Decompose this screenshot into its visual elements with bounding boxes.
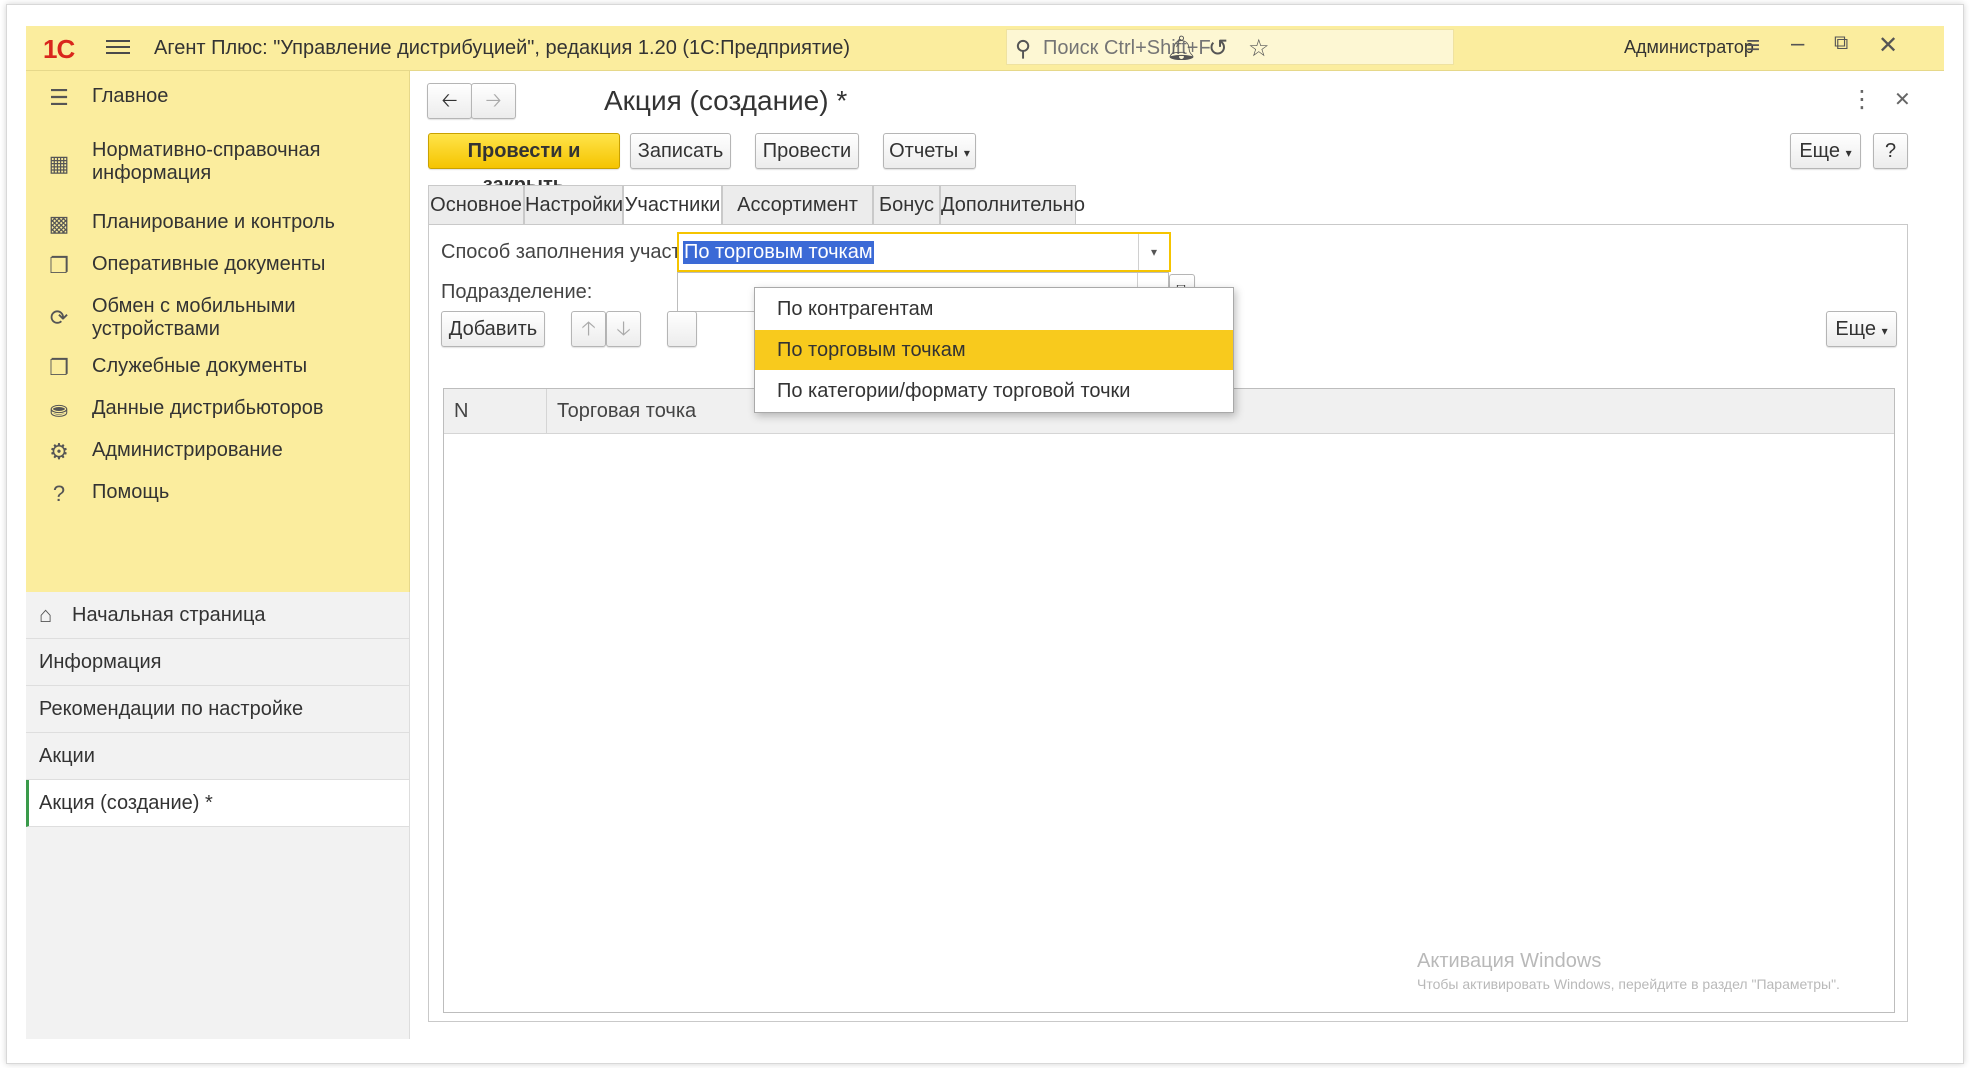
- page-title: Акция (создание) *: [604, 85, 848, 116]
- global-search[interactable]: ⚲: [1006, 29, 1454, 65]
- home-icon: ⌂: [39, 602, 53, 627]
- arrow-up-icon[interactable]: 🡡: [571, 311, 606, 347]
- search-icon: ⚲: [1015, 36, 1032, 61]
- more-button[interactable]: Еще ▾: [1790, 133, 1861, 169]
- documents-icon: ❐: [49, 253, 69, 278]
- chevron-down-icon: ▾: [963, 146, 970, 160]
- dropdown-option-outlets[interactable]: По торговым точкам: [755, 330, 1233, 370]
- tab-assortment[interactable]: Ассортимент (10): [722, 185, 873, 254]
- help-button[interactable]: ?: [1873, 133, 1908, 169]
- more-button-label: Еще: [1799, 140, 1841, 162]
- history-icon[interactable]: ↺: [1208, 34, 1228, 63]
- column-header-n[interactable]: N: [454, 400, 468, 423]
- app-title: Агент Плюс: "Управление дистрибуцией", р…: [154, 37, 851, 59]
- open-item-information[interactable]: Информация: [26, 639, 409, 686]
- arrow-down-icon[interactable]: 🡣: [606, 311, 641, 347]
- close-icon[interactable]: ✕: [1878, 31, 1898, 60]
- chevron-down-icon: ▾: [1845, 146, 1852, 160]
- reports-button-label: Отчеты: [889, 140, 959, 162]
- table-tool-button[interactable]: [667, 311, 697, 347]
- sections-panel: ☰ Главное ▦ Нормативно-справочная информ…: [26, 71, 410, 592]
- app-logo: 1С: [43, 34, 75, 64]
- tab-settings[interactable]: Настройки: [524, 185, 623, 225]
- sidebar-item-help[interactable]: ? Помощь: [26, 481, 409, 511]
- help-icon: ?: [52, 481, 66, 506]
- close-form-icon[interactable]: ✕: [1894, 87, 1911, 112]
- fill-method-dropdown: По контрагентам По торговым точкам По ка…: [754, 287, 1234, 413]
- reports-button[interactable]: Отчеты ▾: [883, 133, 976, 169]
- menu-list-icon: ☰: [49, 85, 69, 110]
- windows-activation-subtitle: Чтобы активировать Windows, перейдите в …: [1417, 976, 1840, 992]
- sidebar-item-operational-docs[interactable]: ❐ Оперативные документы: [26, 253, 409, 283]
- main-menu-icon[interactable]: [106, 36, 130, 60]
- add-button[interactable]: Добавить: [441, 311, 545, 347]
- search-input[interactable]: [1041, 34, 1445, 62]
- star-icon[interactable]: ☆: [1248, 34, 1270, 63]
- forward-button[interactable]: 🡢: [471, 83, 516, 119]
- sidebar-item-administration[interactable]: ⚙ Администрирование: [26, 439, 409, 469]
- distributor-icon: ⛂: [49, 397, 69, 422]
- sidebar-item-main[interactable]: ☰ Главное: [26, 85, 409, 115]
- back-button[interactable]: 🡠: [427, 83, 472, 119]
- settings-menu-icon[interactable]: ≡: [1746, 32, 1760, 60]
- post-and-close-button[interactable]: Провести и закрыть: [428, 133, 620, 196]
- fill-method-select[interactable]: По торговым точкам ▾: [677, 232, 1171, 272]
- chart-icon: ▩: [48, 211, 70, 236]
- open-item-recommendations[interactable]: Рекомендации по настройке: [26, 686, 409, 733]
- chevron-down-icon: ▾: [1881, 324, 1888, 338]
- more-actions-icon[interactable]: ⋮: [1850, 85, 1874, 114]
- bell-icon[interactable]: 🔔︎: [1166, 34, 1196, 63]
- sidebar-item-planning[interactable]: ▩ Планирование и контроль: [26, 211, 409, 241]
- division-label: Подразделение:: [441, 281, 593, 303]
- open-item-promotion-create[interactable]: Акция (создание) *: [26, 780, 409, 827]
- user-name[interactable]: Администратор: [1624, 37, 1754, 58]
- tab-additional[interactable]: Дополнительно: [940, 185, 1085, 225]
- sidebar-item-mobile-exchange[interactable]: ⟳ Обмен с мобильными устройствами: [26, 295, 409, 345]
- table-more-label: Еще: [1835, 318, 1877, 340]
- tab-participants[interactable]: Участники: [623, 185, 722, 227]
- open-windows-panel: ⌂ Начальная страница Информация Рекоменд…: [26, 592, 410, 1039]
- gear-icon: ⚙: [49, 439, 69, 464]
- fill-method-value: По торговым точкам: [683, 241, 874, 264]
- service-docs-icon: ❐: [49, 355, 69, 380]
- sync-icon: ⟳: [49, 305, 69, 330]
- sidebar-item-reference[interactable]: ▦ Нормативно-справочная информация: [26, 139, 409, 189]
- sidebar-item-distributors[interactable]: ⛂ Данные дистрибьюторов: [26, 397, 409, 427]
- tab-main[interactable]: Основное: [428, 185, 524, 225]
- post-button[interactable]: Провести: [755, 133, 859, 169]
- chevron-down-icon[interactable]: ▾: [1138, 234, 1169, 270]
- restore-icon[interactable]: ⧉: [1834, 32, 1848, 55]
- column-header-outlet[interactable]: Торговая точка: [557, 400, 696, 423]
- document-form: 🡠 🡢 Акция (создание) * ⋮ ✕ Провести и за…: [410, 71, 1944, 1039]
- open-item-promotions[interactable]: Акции: [26, 733, 409, 780]
- open-item-home[interactable]: ⌂ Начальная страница: [26, 592, 409, 639]
- sidebar-item-service-docs[interactable]: ❐ Служебные документы: [26, 355, 409, 385]
- save-button[interactable]: Записать: [630, 133, 731, 169]
- column-divider: [546, 389, 547, 433]
- catalog-icon: ▦: [48, 151, 70, 176]
- table-more-button[interactable]: Еще ▾: [1826, 311, 1897, 347]
- dropdown-option-counterparties[interactable]: По контрагентам: [755, 289, 1233, 329]
- windows-activation-title: Активация Windows: [1417, 950, 1602, 972]
- tab-bonus[interactable]: Бонус: [873, 185, 940, 225]
- minimize-icon[interactable]: –: [1791, 30, 1804, 58]
- top-bar: 1С Агент Плюс: "Управление дистрибуцией"…: [26, 26, 1944, 71]
- dropdown-option-category-format[interactable]: По категории/формату торговой точки: [755, 371, 1233, 411]
- participants-table[interactable]: N Торговая точка: [443, 388, 1895, 1013]
